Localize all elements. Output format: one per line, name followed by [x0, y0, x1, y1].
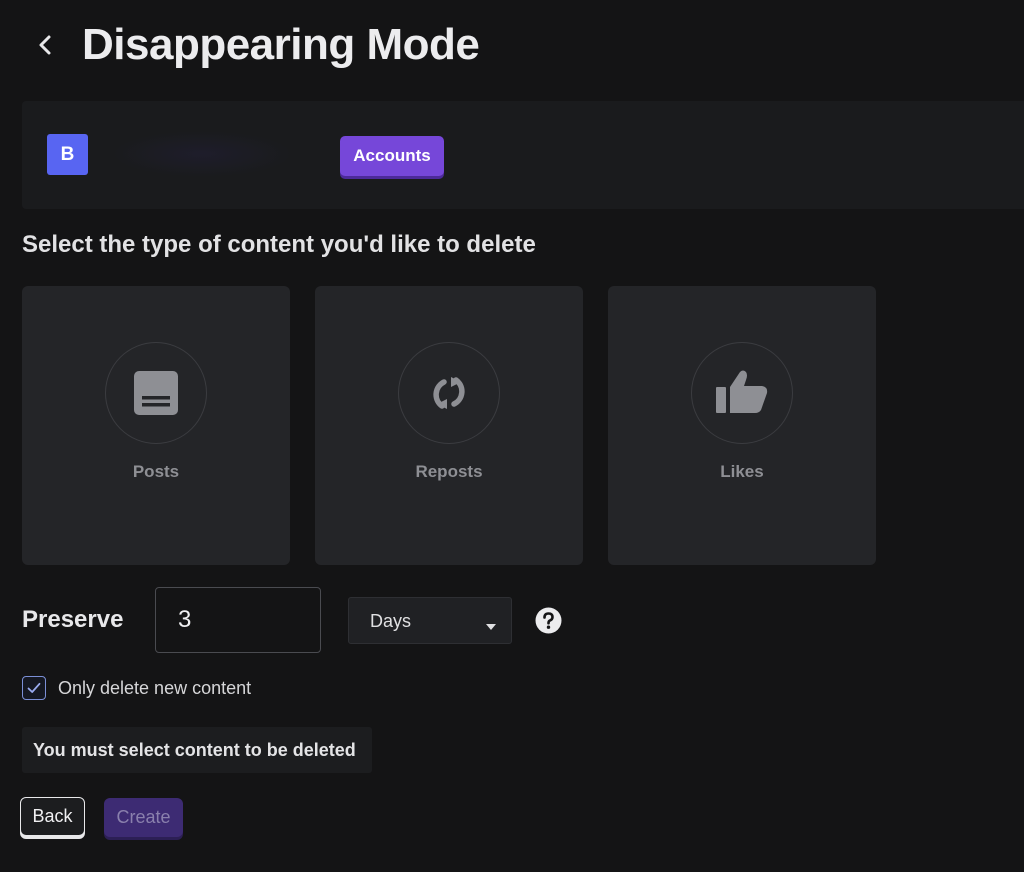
accounts-button[interactable]: Accounts — [340, 136, 444, 176]
preserve-unit-select[interactable]: Days — [348, 597, 512, 644]
only-new-content-checkbox[interactable] — [22, 676, 46, 700]
preserve-label: Preserve — [22, 606, 124, 633]
validation-warning: You must select content to be deleted — [22, 727, 372, 773]
header: Disappearing Mode — [28, 18, 480, 72]
account-name-redacted — [112, 131, 292, 177]
preserve-unit-value: Days — [370, 611, 412, 631]
post-icon — [105, 342, 207, 444]
question-mark-icon[interactable] — [535, 607, 562, 634]
content-option-label: Likes — [720, 462, 764, 481]
preserve-amount-input[interactable] — [155, 587, 321, 653]
repost-icon — [398, 342, 500, 444]
create-button[interactable]: Create — [104, 798, 183, 837]
content-option-label: Reposts — [415, 462, 483, 481]
thumbs-up-icon — [691, 342, 793, 444]
chevron-left-icon[interactable] — [28, 27, 64, 63]
content-option-posts[interactable]: Posts — [22, 286, 290, 565]
back-button[interactable]: Back — [20, 797, 85, 836]
account-bar: B Accounts — [22, 101, 1024, 209]
only-new-content-label[interactable]: Only delete new content — [58, 678, 251, 699]
content-option-label: Posts — [132, 462, 180, 481]
page-title: Disappearing Mode — [82, 20, 480, 69]
content-option-reposts[interactable]: Reposts — [315, 286, 583, 565]
caret-down-icon — [485, 618, 497, 636]
content-option-likes[interactable]: Likes — [608, 286, 876, 565]
checkmark-icon — [27, 682, 41, 693]
validation-warning-text: You must select content to be deleted — [33, 740, 356, 760]
disappearing-mode-page: Disappearing Mode B Accounts Select the … — [0, 0, 1024, 872]
avatar: B — [47, 134, 88, 175]
content-type-heading: Select the type of content you'd like to… — [22, 231, 536, 258]
